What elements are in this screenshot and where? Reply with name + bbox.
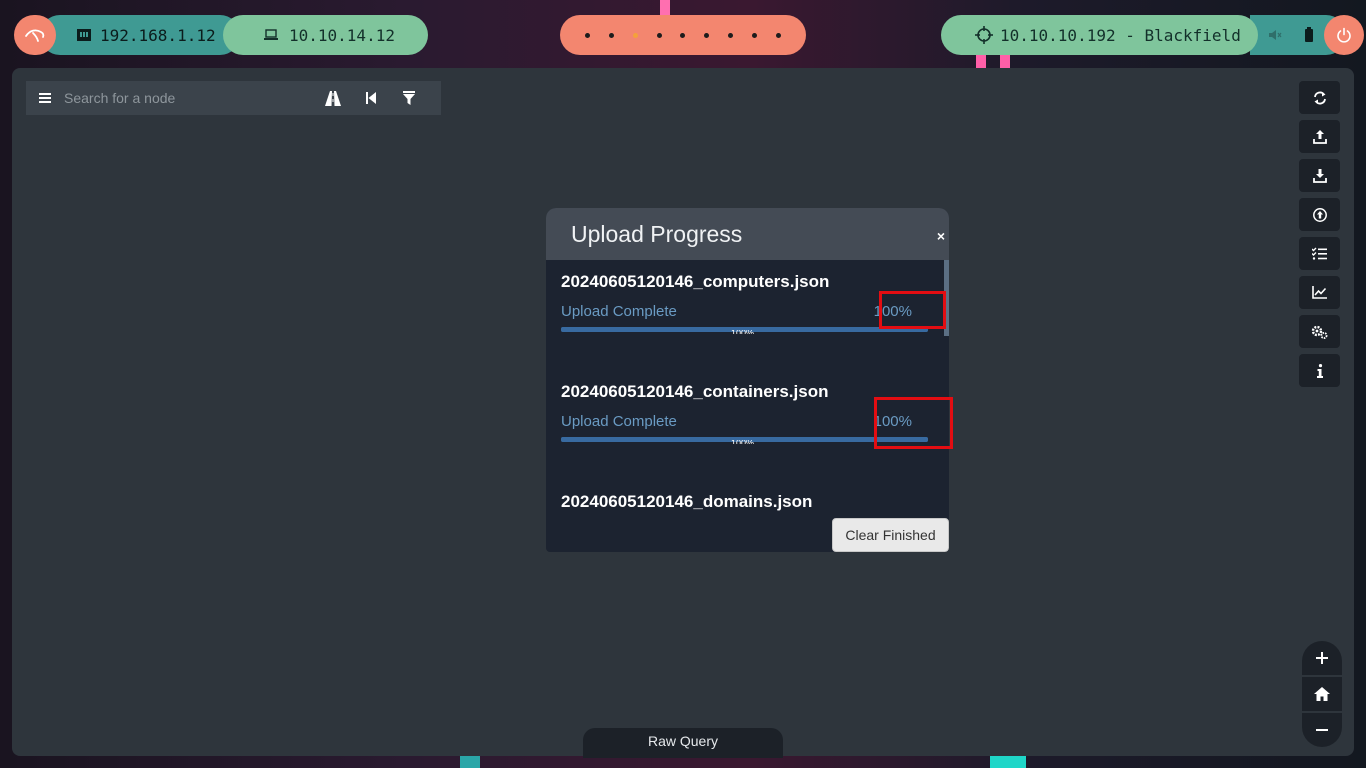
upload-data-button[interactable] xyxy=(1299,120,1340,153)
wallpaper-accent xyxy=(460,755,480,768)
search-input[interactable] xyxy=(64,90,314,106)
gears-icon xyxy=(1311,325,1328,339)
back-button[interactable] xyxy=(352,81,390,115)
local-ip-indicator: 192.168.1.12 xyxy=(40,15,240,55)
volume-muted-icon[interactable] xyxy=(1268,28,1282,47)
upload-icon xyxy=(1312,129,1327,144)
minus-icon xyxy=(1316,729,1328,731)
workspace-dot[interactable] xyxy=(704,32,710,38)
workspace-dot[interactable] xyxy=(752,32,758,38)
workspace-dot[interactable] xyxy=(776,32,782,38)
settings-button[interactable] xyxy=(1299,315,1340,348)
top-bar: 192.168.1.12 10.10.14.12 10.10.10.192 - … xyxy=(0,0,1366,68)
database-info-button[interactable] xyxy=(1299,276,1340,309)
workspace-dot[interactable] xyxy=(728,32,734,38)
export-button[interactable] xyxy=(1299,159,1340,192)
hamburger-icon xyxy=(39,93,51,103)
workspace-dot[interactable] xyxy=(608,32,614,38)
refresh-icon xyxy=(1313,91,1326,104)
pathfinding-button[interactable] xyxy=(314,81,352,115)
workspace-dot[interactable] xyxy=(584,32,590,38)
refresh-button[interactable] xyxy=(1299,81,1340,114)
upload-item: 20240605120146_containers.json Upload Co… xyxy=(561,382,931,444)
dialog-header: Upload Progress × xyxy=(546,208,949,260)
import-button[interactable] xyxy=(1299,198,1340,231)
file-name: 20240605120146_computers.json xyxy=(561,272,830,291)
filter-button[interactable] xyxy=(390,81,428,115)
about-button[interactable] xyxy=(1299,354,1340,387)
target-text: 10.10.10.192 - Blackfield xyxy=(1000,25,1241,45)
close-button[interactable]: × xyxy=(937,228,945,244)
wallpaper-accent xyxy=(990,755,1026,768)
upload-percent: 100% xyxy=(873,303,912,320)
workspace-switcher xyxy=(560,15,806,55)
kali-menu-button[interactable] xyxy=(14,15,56,55)
vpn-ip-text: 10.10.14.12 xyxy=(289,25,395,45)
progress-label: 100% xyxy=(731,330,754,334)
progress-label: 100% xyxy=(731,440,754,444)
plus-icon xyxy=(1316,652,1328,664)
info-icon xyxy=(1316,363,1323,378)
workspace-dot[interactable] xyxy=(680,32,686,38)
tasks-icon xyxy=(1312,247,1327,260)
scrollbar-thumb[interactable] xyxy=(944,260,949,336)
clear-finished-button[interactable]: Clear Finished xyxy=(832,518,949,552)
upload-progress-dialog: Upload Progress × 20240605120146_compute… xyxy=(546,208,949,552)
laptop-icon xyxy=(263,29,279,41)
side-toolbar xyxy=(1299,81,1340,393)
upload-status: Upload Complete xyxy=(561,413,677,430)
workspace-dot[interactable] xyxy=(632,32,638,38)
step-backward-icon xyxy=(366,92,376,104)
reset-view-button[interactable] xyxy=(1302,677,1342,711)
home-icon xyxy=(1314,687,1330,701)
upload-item: 20240605120146_domains.json xyxy=(561,492,931,512)
power-icon xyxy=(1337,27,1351,43)
menu-button[interactable] xyxy=(26,81,64,115)
zoom-out-button[interactable] xyxy=(1302,713,1342,747)
upload-status: Upload Complete xyxy=(561,303,677,320)
import-icon xyxy=(1312,207,1327,222)
download-icon xyxy=(1312,168,1327,183)
upload-percent: 100% xyxy=(873,413,912,430)
local-ip-text: 192.168.1.12 xyxy=(100,25,216,45)
progress-bar: 100% xyxy=(561,437,928,444)
filter-icon xyxy=(403,91,415,105)
battery-icon[interactable] xyxy=(1304,27,1314,48)
raw-query-toggle[interactable]: Raw Query xyxy=(583,728,783,758)
file-name: 20240605120146_containers.json xyxy=(561,382,829,401)
crosshair-icon xyxy=(975,26,993,44)
workspace-dot[interactable] xyxy=(656,32,662,38)
search-bar xyxy=(26,81,441,115)
zoom-controls xyxy=(1302,641,1342,749)
zoom-in-button[interactable] xyxy=(1302,641,1342,675)
kali-dragon-icon xyxy=(25,29,45,42)
line-chart-icon xyxy=(1312,286,1327,299)
target-indicator: 10.10.10.192 - Blackfield xyxy=(941,15,1258,55)
upload-item: 20240605120146_computers.json Upload Com… xyxy=(561,272,931,334)
road-icon xyxy=(325,90,341,106)
power-button[interactable] xyxy=(1324,15,1364,55)
dialog-title: Upload Progress xyxy=(571,220,743,247)
vpn-ip-indicator: 10.10.14.12 xyxy=(223,15,428,55)
file-name: 20240605120146_domains.json xyxy=(561,492,813,511)
progress-bar: 100% xyxy=(561,327,928,334)
queries-button[interactable] xyxy=(1299,237,1340,270)
ethernet-icon xyxy=(76,28,92,42)
upload-list: 20240605120146_computers.json Upload Com… xyxy=(546,260,949,552)
